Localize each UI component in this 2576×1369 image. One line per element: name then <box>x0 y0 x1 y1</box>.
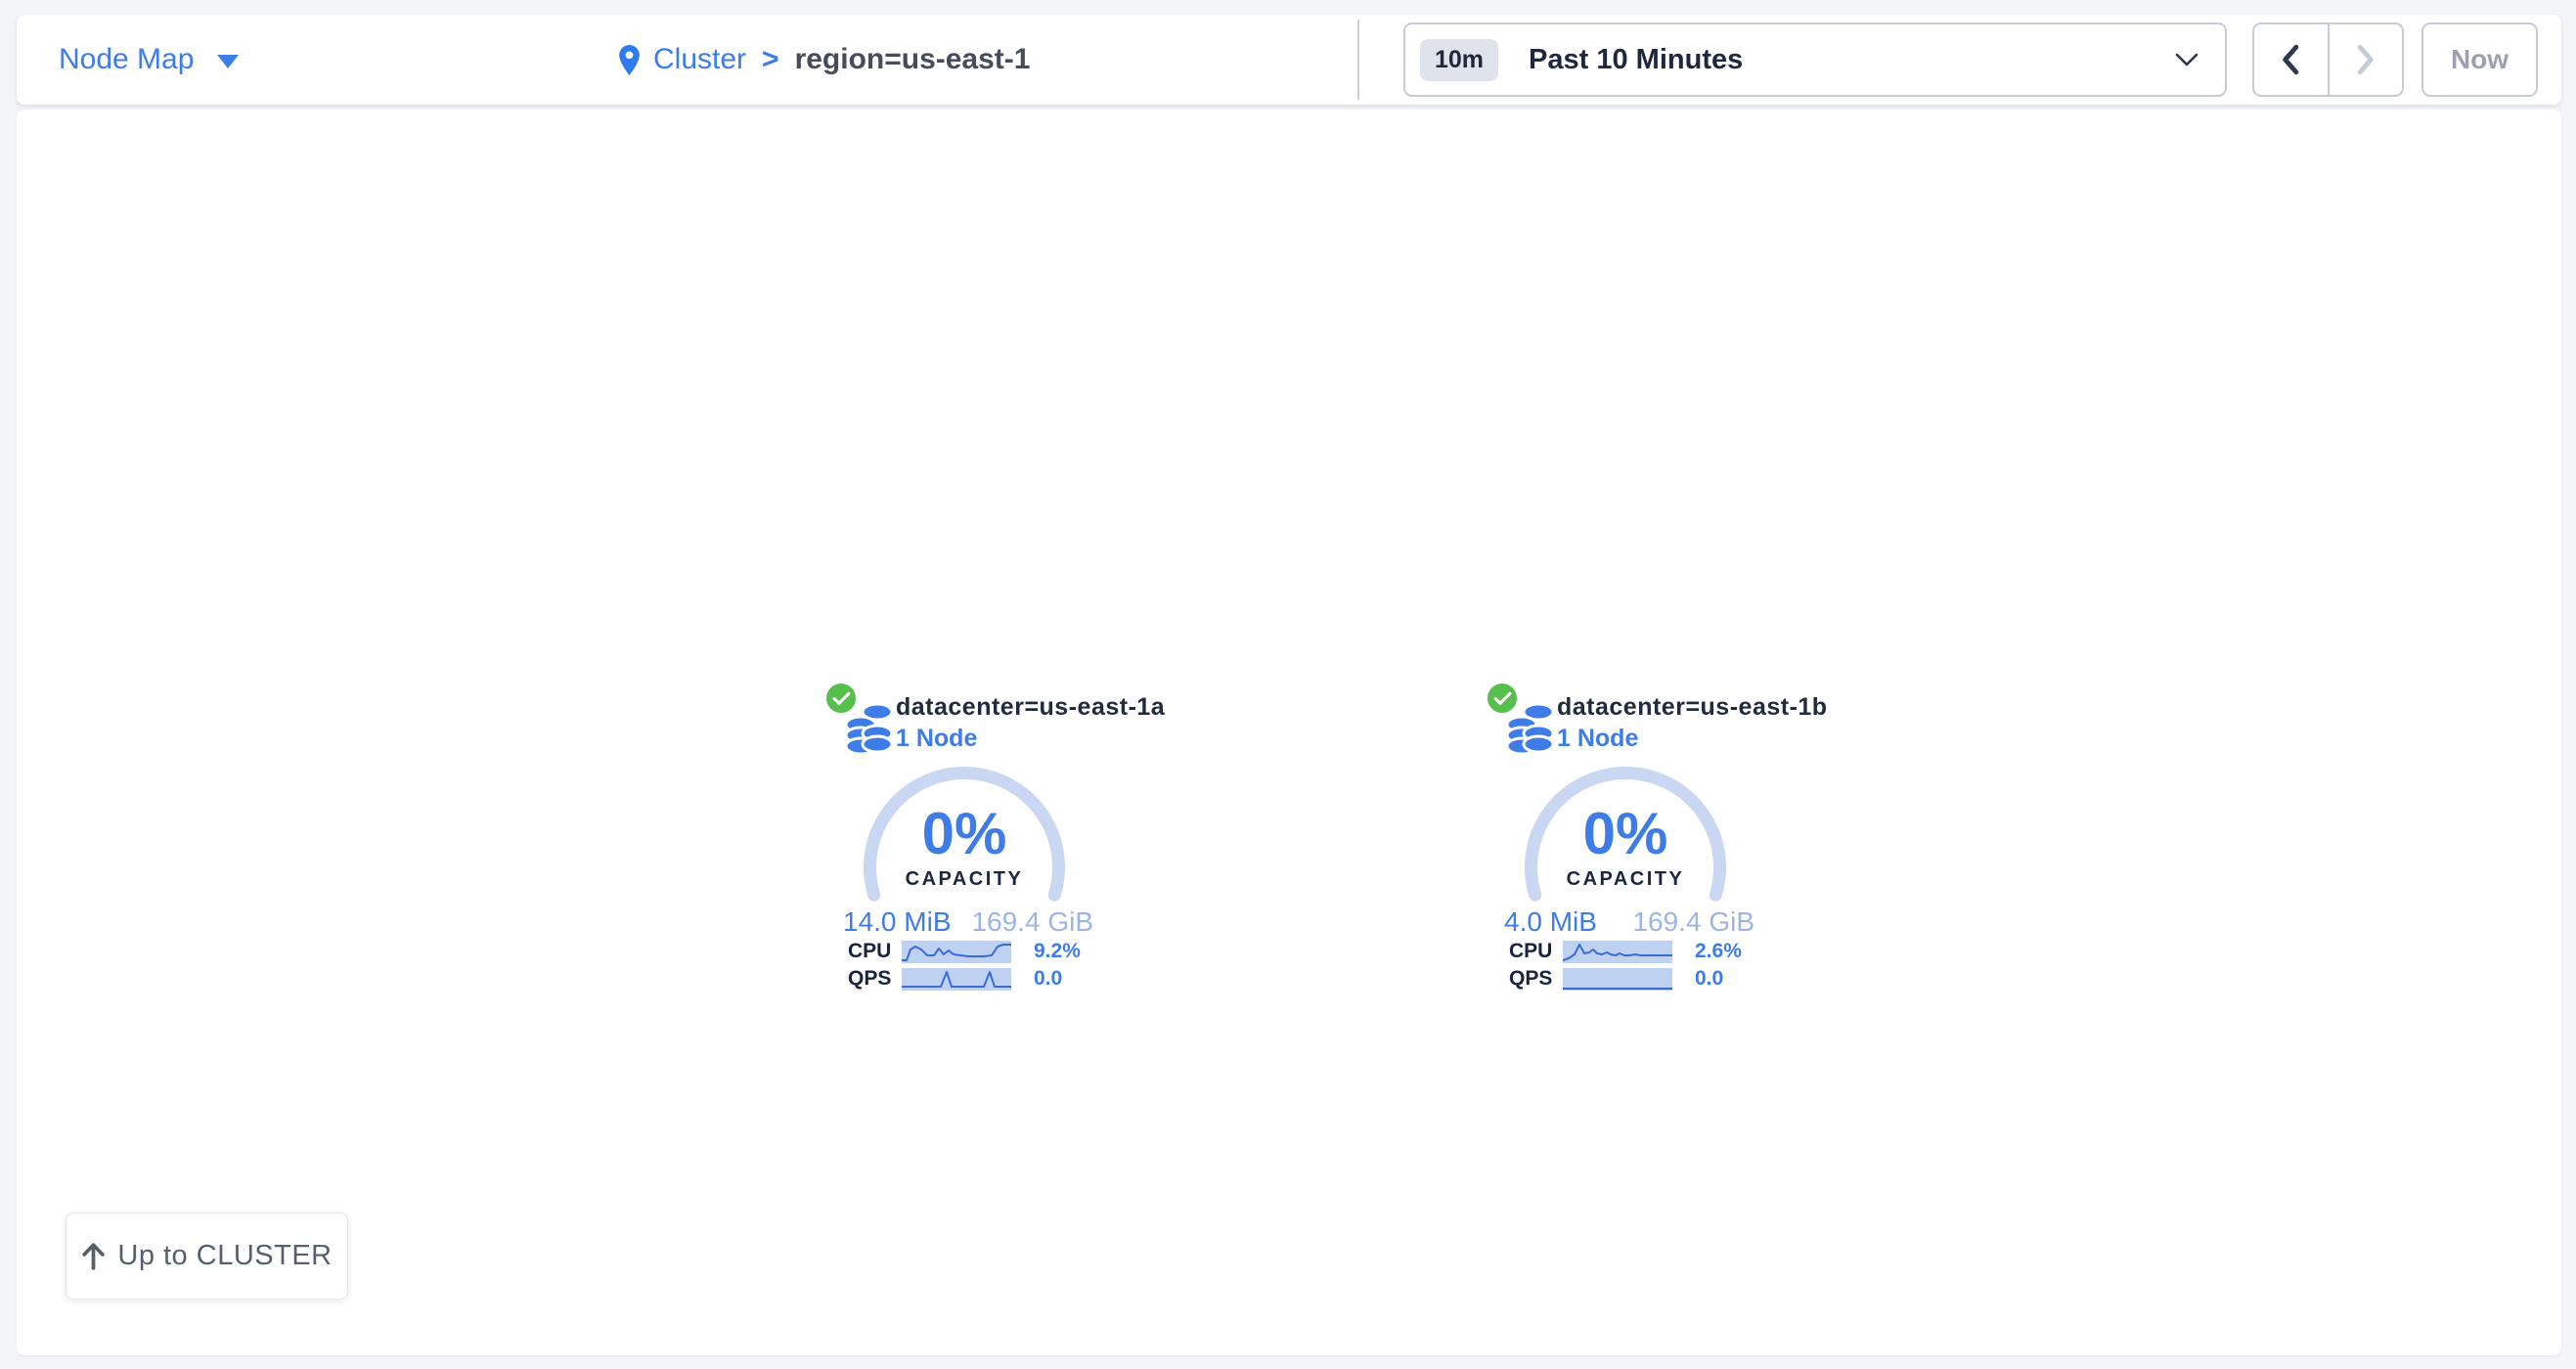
time-step-group <box>2252 22 2404 97</box>
cpu-sparkline <box>1563 941 1672 963</box>
qps-metric-row: QPS 0.0 <box>848 967 1062 991</box>
time-range-badge: 10m <box>1420 39 1498 81</box>
capacity-values: 4.0 MiB 169.4 GiB <box>1504 906 1754 938</box>
datacenter-name: datacenter=us-east-1a <box>896 693 1165 722</box>
now-button[interactable]: Now <box>2421 22 2538 97</box>
cpu-metric-row: CPU 9.2% <box>848 940 1081 963</box>
qps-label: QPS <box>848 967 902 991</box>
node-count: 1 Node <box>896 725 977 753</box>
capacity-values: 14.0 MiB 169.4 GiB <box>843 906 1093 938</box>
view-selector-label: Node Map <box>59 43 194 76</box>
breadcrumb-separator: > <box>762 43 779 76</box>
top-bar: Node Map Cluster > region=us-east-1 10m … <box>17 15 2561 105</box>
capacity-used: 4.0 MiB <box>1504 906 1597 938</box>
capacity-caption: CAPACITY <box>1525 868 1726 891</box>
capacity-used: 14.0 MiB <box>843 906 952 938</box>
healthy-check-icon <box>1485 681 1520 716</box>
qps-label: QPS <box>1509 967 1563 991</box>
up-to-cluster-button[interactable]: Up to CLUSTER <box>66 1213 348 1300</box>
breadcrumb-current: region=us-east-1 <box>795 43 1031 76</box>
datacenter-name: datacenter=us-east-1b <box>1557 693 1828 722</box>
qps-sparkline <box>1563 968 1672 991</box>
header-divider <box>1357 20 1359 100</box>
node-map-canvas: datacenter=us-east-1a 1 Node 0% CAPACITY… <box>17 110 2561 1355</box>
prev-range-button[interactable] <box>2254 24 2330 95</box>
qps-value: 0.0 <box>1034 967 1062 991</box>
cpu-value: 2.6% <box>1695 940 1742 963</box>
view-selector-dropdown[interactable]: Node Map <box>59 15 239 105</box>
time-range-label: Past 10 Minutes <box>1529 44 1743 76</box>
capacity-gauge-arc <box>1525 767 1726 968</box>
qps-sparkline <box>902 968 1011 991</box>
cpu-label: CPU <box>1509 940 1563 963</box>
qps-value: 0.0 <box>1695 967 1723 991</box>
node-count: 1 Node <box>1557 725 1638 753</box>
datacenter-card[interactable]: datacenter=us-east-1b 1 Node 0% CAPACITY… <box>1485 680 1944 1002</box>
time-range-dropdown[interactable]: 10m Past 10 Minutes <box>1403 22 2227 97</box>
healthy-check-icon <box>823 681 859 716</box>
capacity-caption: CAPACITY <box>864 868 1065 891</box>
next-range-button[interactable] <box>2330 24 2403 95</box>
chevron-left-icon <box>2281 44 2300 75</box>
cpu-label: CPU <box>848 940 902 963</box>
cpu-value: 9.2% <box>1034 940 1081 963</box>
capacity-gauge-arc <box>864 767 1065 968</box>
datacenter-card[interactable]: datacenter=us-east-1a 1 Node 0% CAPACITY… <box>823 680 1283 1002</box>
capacity-gauge: 0% CAPACITY <box>864 767 1065 968</box>
capacity-gauge: 0% CAPACITY <box>1525 767 1726 968</box>
capacity-percent: 0% <box>1525 802 1726 866</box>
qps-metric-row: QPS 0.0 <box>1509 967 1723 991</box>
cpu-sparkline <box>902 941 1011 963</box>
up-to-cluster-label: Up to CLUSTER <box>117 1240 332 1272</box>
capacity-percent: 0% <box>864 802 1065 866</box>
capacity-total: 169.4 GiB <box>1632 906 1754 938</box>
cpu-metric-row: CPU 2.6% <box>1509 940 1742 963</box>
location-pin-icon <box>619 45 640 75</box>
capacity-total: 169.4 GiB <box>971 906 1093 938</box>
chevron-right-icon <box>2356 44 2376 75</box>
arrow-up-icon <box>81 1242 106 1270</box>
breadcrumb: Cluster > region=us-east-1 <box>619 15 1030 105</box>
breadcrumb-cluster-link[interactable]: Cluster <box>653 43 746 76</box>
chevron-down-icon <box>2174 53 2199 67</box>
chevron-down-icon <box>217 55 239 68</box>
